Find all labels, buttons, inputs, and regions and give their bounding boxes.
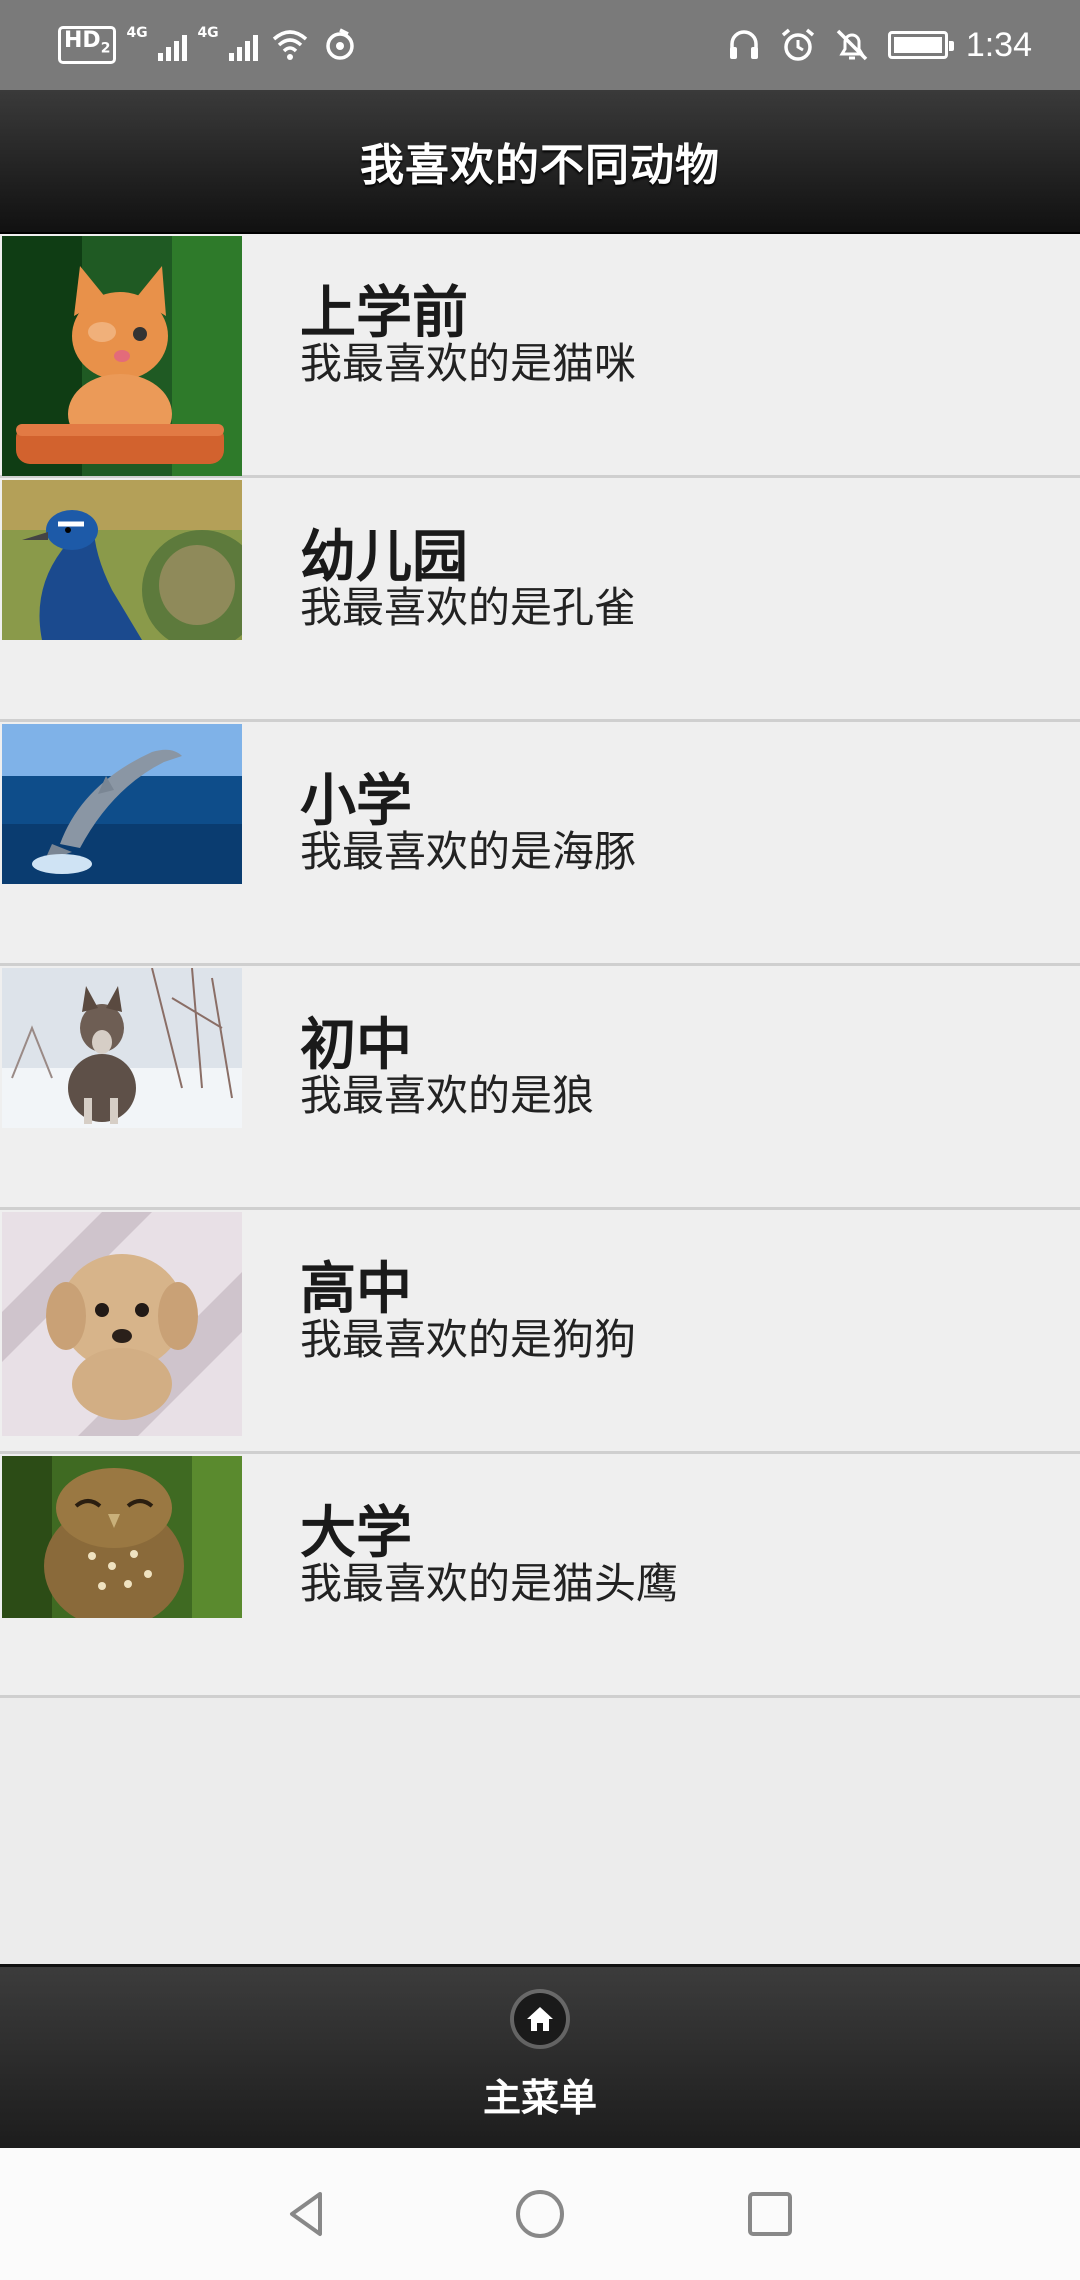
status-bar: HD2 4G 4G 1:34 — [0, 0, 1080, 90]
list-item[interactable]: 高中 我最喜欢的是狗狗 — [0, 1210, 1080, 1454]
headphones-icon — [729, 30, 758, 59]
item-subtitle: 我最喜欢的是猫咪 — [300, 339, 637, 388]
wifi-icon — [273, 30, 308, 60]
sync-icon — [326, 28, 355, 60]
status-right: 1:34 — [726, 22, 1032, 68]
item-subtitle: 我最喜欢的是狼 — [300, 1071, 595, 1120]
back-icon[interactable] — [280, 2186, 336, 2242]
kitten-photo — [2, 236, 242, 476]
status-left: HD2 4G 4G — [58, 22, 358, 68]
app-header: 我喜欢的不同动物 — [0, 90, 1080, 234]
recents-icon[interactable] — [742, 2186, 798, 2242]
alarm-icon — [781, 28, 814, 61]
item-subtitle: 我最喜欢的是狗狗 — [300, 1315, 637, 1364]
item-title: 初中 — [300, 1013, 412, 1078]
list-item[interactable]: 幼儿园 我最喜欢的是孔雀 — [0, 478, 1080, 722]
signal-sim2-icon: 4G — [197, 25, 259, 61]
list-item[interactable]: 上学前 我最喜欢的是猫咪 — [0, 234, 1080, 478]
home-circle-icon[interactable] — [512, 2186, 568, 2242]
main-menu-button[interactable]: 主菜单 — [440, 1977, 640, 2147]
item-title: 高中 — [300, 1257, 412, 1322]
hd-voice-icon: HD2 — [58, 26, 117, 64]
item-title: 上学前 — [300, 281, 468, 346]
animal-list: 上学前 我最喜欢的是猫咪 幼儿园 我最喜欢的是孔雀 小学 我最喜欢的是海豚 初中… — [0, 234, 1080, 1698]
clock: 1:34 — [965, 25, 1032, 64]
item-subtitle: 我最喜欢的是孔雀 — [300, 583, 637, 632]
page-title: 我喜欢的不同动物 — [360, 140, 720, 191]
wolf-photo — [2, 968, 242, 1128]
list-item[interactable]: 大学 我最喜欢的是猫头鹰 — [0, 1454, 1080, 1698]
owl-photo — [2, 1456, 242, 1618]
home-icon — [514, 1993, 566, 2045]
item-title: 小学 — [300, 769, 412, 834]
puppy-photo — [2, 1212, 242, 1436]
system-navigation-bar — [0, 2148, 1080, 2280]
mute-bell-icon — [836, 29, 868, 61]
item-subtitle: 我最喜欢的是海豚 — [300, 827, 637, 876]
main-menu-label: 主菜单 — [482, 2076, 597, 2120]
bottom-navbar: 主菜单 — [0, 1964, 1080, 2151]
item-title: 大学 — [300, 1501, 412, 1566]
item-title: 幼儿园 — [300, 525, 468, 590]
battery-charging-icon — [887, 31, 954, 59]
item-subtitle: 我最喜欢的是猫头鹰 — [300, 1559, 679, 1608]
dolphin-photo — [2, 724, 242, 884]
list-item[interactable]: 小学 我最喜欢的是海豚 — [0, 722, 1080, 966]
list-item[interactable]: 初中 我最喜欢的是狼 — [0, 966, 1080, 1210]
peacock-photo — [2, 480, 242, 640]
signal-sim1-icon: 4G — [126, 25, 188, 61]
